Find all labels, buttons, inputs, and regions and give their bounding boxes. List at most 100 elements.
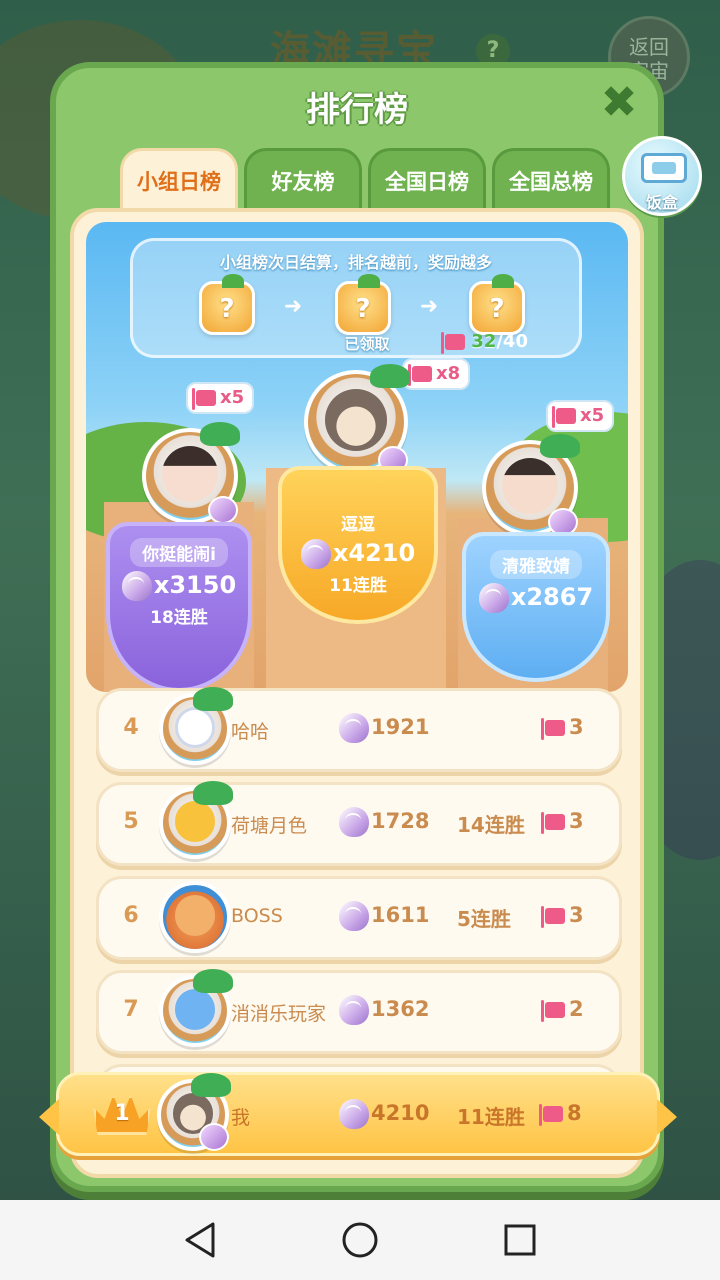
flag-count: 3	[569, 809, 584, 833]
flag-count: 2	[569, 997, 584, 1021]
player-score: 1362	[371, 997, 430, 1021]
flag-count: x5	[220, 387, 245, 408]
close-icon[interactable]: ✖	[596, 80, 642, 126]
rscore-text: 1728	[339, 807, 429, 837]
rscore-text: 1921	[339, 713, 429, 743]
player-name: 荷塘月色	[231, 815, 308, 837]
question-mark-text: ?	[355, 294, 371, 324]
mystery-chest-icon[interactable]: ?	[335, 274, 391, 335]
player-score: 4210	[371, 1101, 430, 1125]
player-name: 清雅致婧	[490, 550, 582, 579]
palm-icon	[193, 969, 233, 993]
tab-bar: 小组日榜 好友榜 全国日榜 全国总榜	[120, 148, 610, 210]
question-mark-text: ?	[219, 294, 235, 324]
rflags-text: 3	[541, 809, 584, 834]
flag-icon	[541, 812, 565, 834]
nav-back-icon[interactable]	[175, 1215, 225, 1265]
bar-tip-decoration	[39, 1099, 59, 1135]
system-navigation-bar	[0, 1200, 720, 1280]
palm-icon	[540, 434, 580, 458]
mystery-chest-icon[interactable]: ?	[199, 274, 255, 335]
avatar[interactable]	[482, 434, 580, 536]
avatar[interactable]	[142, 422, 240, 524]
tab-national-total[interactable]: 全国总榜	[492, 148, 610, 210]
flag-icon	[539, 1104, 563, 1126]
progress-total: /40	[496, 331, 528, 352]
tab-national-daily[interactable]: 全国日榜	[368, 148, 486, 210]
list-item[interactable]: 7 消消乐玩家 1362 2	[96, 969, 622, 1054]
rflags-text: 3	[541, 903, 584, 928]
nav-recents-icon[interactable]	[495, 1215, 545, 1265]
podium-third: 清雅致婧 x2867	[462, 532, 610, 682]
claimed-label: 已领取	[344, 335, 390, 353]
flag-icon	[441, 332, 465, 354]
avatar	[159, 881, 231, 953]
flag-count: x5	[580, 405, 605, 426]
nav-home-icon[interactable]	[335, 1215, 385, 1265]
rflags-text: 8	[539, 1101, 582, 1126]
arrow-right-icon: ➜	[419, 294, 439, 319]
avatar-photo	[161, 446, 219, 503]
avatar[interactable]	[304, 364, 410, 474]
flag-icon	[192, 388, 216, 410]
leaf-icon	[222, 274, 244, 288]
avatar	[157, 1073, 231, 1151]
rscore-text: 4210	[339, 1099, 429, 1129]
reward-title: 小组榜次日结算，排名越前，奖励越多	[219, 253, 492, 272]
lunchbox-icon	[641, 153, 687, 183]
player-name: BOSS	[231, 905, 283, 927]
flag-icon	[541, 1000, 565, 1022]
player-streak: 5连胜	[457, 907, 511, 931]
player-score: x3150	[153, 571, 237, 599]
lunchbox-button[interactable]: 饭盒	[622, 136, 702, 216]
player-streak: 11连胜	[329, 576, 387, 596]
player-score: 1611	[371, 903, 430, 927]
player-name: 你挺能闹i	[130, 538, 228, 567]
flag-count-bubble: x5	[186, 382, 255, 414]
palm-icon	[193, 781, 233, 805]
bar-tip-decoration	[657, 1099, 677, 1135]
palm-icon	[370, 364, 410, 388]
flag-progress: 32/40	[441, 331, 565, 354]
shell-badge-icon	[208, 496, 238, 524]
avatar-cat	[174, 895, 216, 937]
lunchbox-label: 饭盒	[645, 193, 678, 212]
shell-icon	[300, 539, 331, 569]
list-item[interactable]: 4 哈哈 1921 3	[96, 687, 622, 772]
shell-icon	[121, 571, 152, 601]
my-rank-bar[interactable]: 1 我 4210 11连胜 8	[39, 1072, 677, 1156]
arrow-right-icon: ➜	[283, 294, 303, 319]
mystery-chest-icon[interactable]: ?	[469, 274, 525, 335]
leaf-icon	[492, 274, 514, 288]
podium-second: 你挺能闹i x3150 18连胜	[106, 522, 252, 692]
avatar-chick	[174, 801, 216, 843]
pscore-text: x3150	[110, 571, 248, 601]
pscore-text: x4210	[282, 539, 434, 569]
palm-icon	[191, 1073, 231, 1097]
leaf-icon	[358, 274, 380, 288]
tab-friends[interactable]: 好友榜	[244, 148, 362, 210]
list-item[interactable]: 5 荷塘月色 1728 14连胜 3	[96, 781, 622, 866]
podium-scene: 小组榜次日结算，排名越前，奖励越多 ? ➜ ? ➜ ? 已领取 32/40 x5…	[86, 222, 628, 692]
flag-count: x8	[436, 363, 461, 384]
shell-icon	[339, 807, 369, 837]
player-score: 1921	[371, 715, 430, 739]
pscore-text: x2867	[466, 583, 606, 613]
pname-text: 清雅致婧	[466, 550, 606, 579]
tab-group-daily[interactable]: 小组日榜	[120, 148, 238, 210]
avatar-monkey	[325, 389, 387, 451]
avatar	[159, 687, 233, 765]
list-item[interactable]: 6 BOSS 1611 5连胜 3	[96, 876, 622, 960]
question-mark-text: ?	[489, 294, 505, 324]
leaderboard-board: 小组榜次日结算，排名越前，奖励越多 ? ➜ ? ➜ ? 已领取 32/40 x5…	[70, 208, 644, 1178]
player-name: 我	[231, 1107, 251, 1129]
flag-count-bubble: x5	[546, 400, 615, 432]
rank-number: 7	[123, 997, 139, 1022]
shell-icon	[339, 901, 369, 931]
palm-icon	[200, 422, 240, 446]
shell-icon	[339, 713, 369, 743]
player-streak: 11连胜	[457, 1105, 525, 1129]
avatar-photo	[501, 458, 559, 515]
player-score: x4210	[332, 539, 416, 567]
avatar	[159, 781, 233, 859]
